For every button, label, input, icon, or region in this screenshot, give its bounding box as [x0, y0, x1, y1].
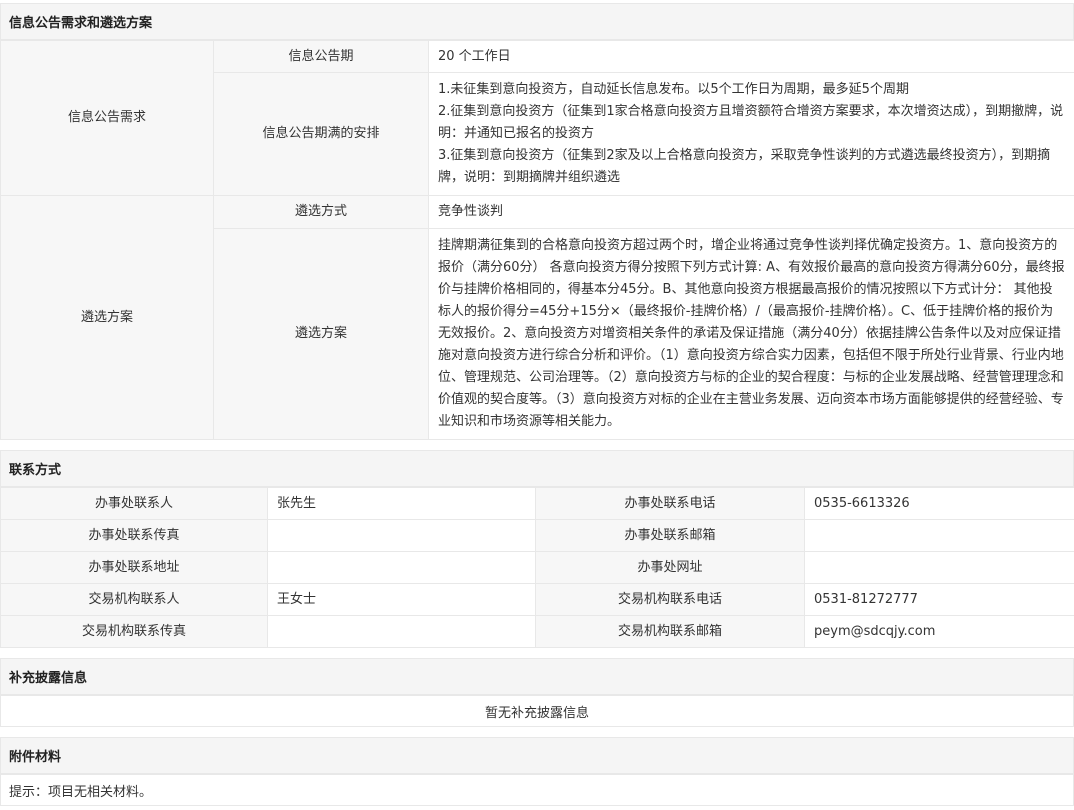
contact-value: 0535-6613326	[804, 487, 1074, 520]
contact-value: 0531-81272777	[804, 583, 1074, 616]
disclosure-table: 信息公告需求 信息公告期 20 个工作日 信息公告期满的安排 1.未征集到意向投…	[0, 40, 1074, 440]
disclosure-section-title: 信息公告需求和遴选方案	[0, 3, 1074, 40]
contact-value	[804, 519, 1074, 552]
contact-section-title: 联系方式	[0, 450, 1074, 487]
contact-value: peym@sdcqjy.com	[804, 615, 1074, 648]
attachments-text: 提示：项目无相关材料。	[0, 774, 1074, 806]
method-label: 遴选方式	[213, 195, 429, 229]
contact-value	[804, 551, 1074, 584]
contact-label: 交易机构联系邮箱	[535, 615, 805, 648]
supplement-section-title: 补充披露信息	[0, 658, 1074, 695]
expiry-line: 1.未征集到意向投资方，自动延长信息发布。以5个工作日为周期，最多延5个周期	[438, 82, 909, 97]
expiry-line: 3.征集到意向投资方（征集到2家及以上合格意向投资方，采取竞争性谈判的方式遴选最…	[438, 148, 1051, 185]
contact-label: 办事处联系地址	[0, 551, 268, 584]
attachments-section-title: 附件材料	[0, 737, 1074, 774]
contact-row: 办事处联系地址 办事处网址	[0, 551, 1074, 584]
method-value: 竞争性谈判	[428, 195, 1074, 229]
period-value: 20 个工作日	[428, 40, 1074, 73]
contact-label: 办事处联系电话	[535, 487, 805, 520]
contact-value	[267, 615, 536, 648]
contact-value	[267, 551, 536, 584]
contact-label: 办事处联系传真	[0, 519, 268, 552]
contact-row: 交易机构联系传真 交易机构联系邮箱 peym@sdcqjy.com	[0, 615, 1074, 648]
contact-row: 交易机构联系人 王女士 交易机构联系电话 0531-81272777	[0, 583, 1074, 616]
period-label: 信息公告期	[213, 40, 429, 73]
contact-value: 张先生	[267, 487, 536, 520]
scheme-label: 遴选方案	[213, 228, 429, 440]
supplement-text: 暂无补充披露信息	[0, 695, 1074, 727]
scheme-value: 挂牌期满征集到的合格意向投资方超过两个时，增企业将通过竞争性谈判择优确定投资方。…	[428, 228, 1074, 440]
expiry-value: 1.未征集到意向投资方，自动延长信息发布。以5个工作日为周期，最多延5个周期 2…	[428, 72, 1074, 196]
contact-table: 办事处联系人 张先生 办事处联系电话 0535-6613326 办事处联系传真 …	[0, 487, 1074, 648]
contact-label: 交易机构联系传真	[0, 615, 268, 648]
contact-label: 办事处联系人	[0, 487, 268, 520]
expiry-line: 2.征集到意向投资方（征集到1家合格意向投资方且增资额符合增资方案要求，本次增资…	[438, 104, 1064, 141]
req-label: 信息公告需求	[0, 40, 214, 196]
contact-label: 办事处联系邮箱	[535, 519, 805, 552]
expiry-label: 信息公告期满的安排	[213, 72, 429, 196]
contact-value	[267, 519, 536, 552]
contact-value: 王女士	[267, 583, 536, 616]
contact-row: 办事处联系人 张先生 办事处联系电话 0535-6613326	[0, 487, 1074, 520]
contact-label: 交易机构联系人	[0, 583, 268, 616]
contact-label: 交易机构联系电话	[535, 583, 805, 616]
plan-label: 遴选方案	[0, 195, 214, 440]
contact-row: 办事处联系传真 办事处联系邮箱	[0, 519, 1074, 552]
contact-label: 办事处网址	[535, 551, 805, 584]
